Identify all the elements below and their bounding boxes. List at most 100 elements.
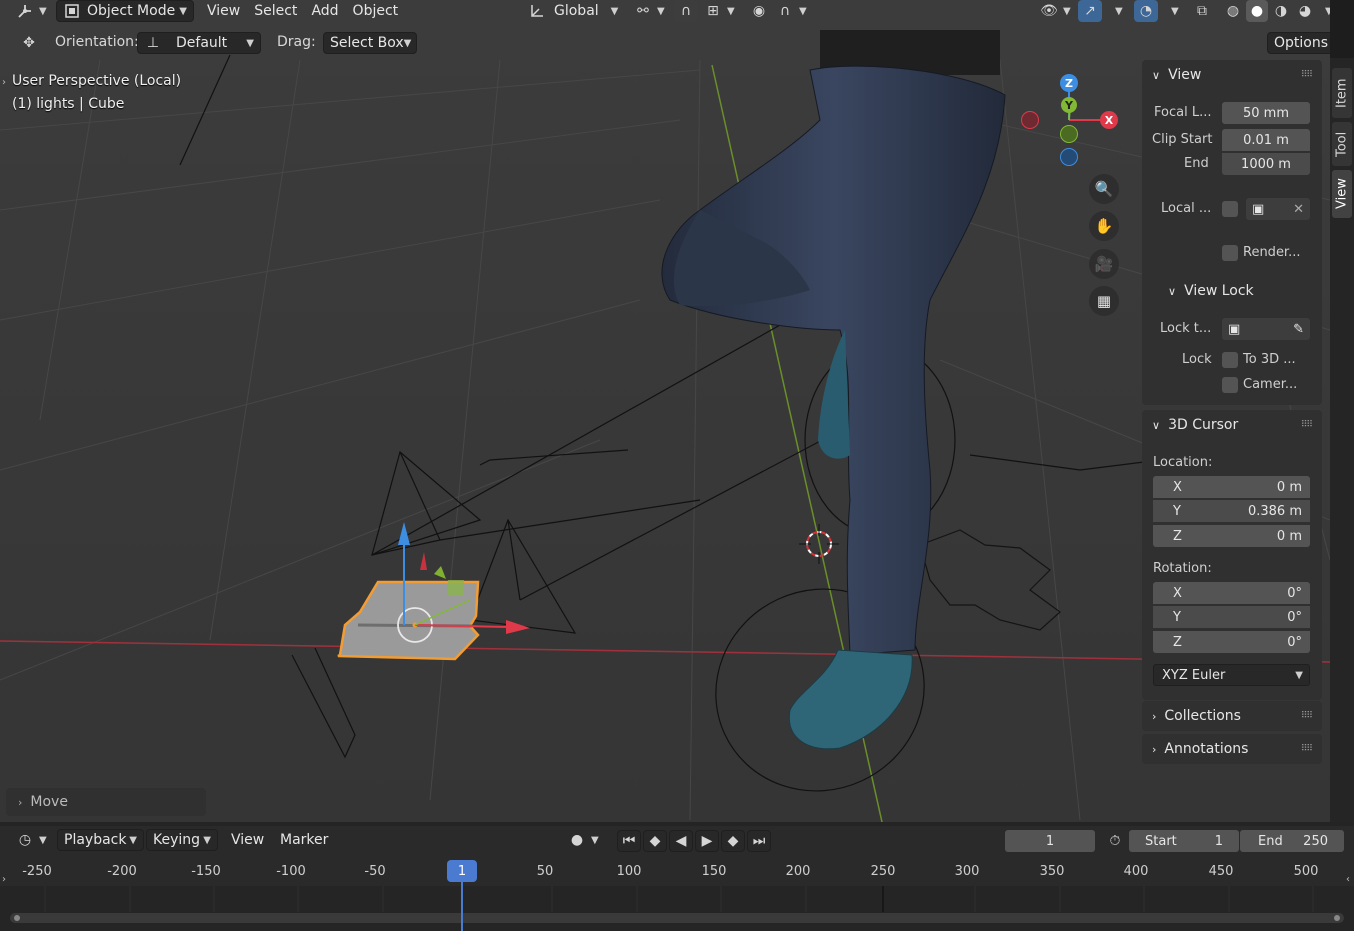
prev-keyframe-button[interactable]: ◆ [643, 830, 667, 852]
local-camera-field[interactable]: ▣ ✕ [1246, 198, 1310, 220]
timeline-editor-type[interactable]: ◷ ▼ [10, 829, 53, 851]
drag-label: Drag: [277, 34, 316, 50]
gizmo-dropdown[interactable]: ▼ [1104, 0, 1129, 22]
lock-to-object-field[interactable]: ▣ ✎ [1222, 318, 1310, 340]
render-region-checkbox[interactable] [1222, 245, 1238, 261]
keying-menu[interactable]: Keying ▼ [146, 829, 218, 851]
shading-material[interactable]: ◑ [1270, 0, 1292, 22]
clear-icon[interactable]: ✕ [1293, 202, 1304, 217]
auto-keying-toggle[interactable]: ● ▼ [562, 829, 605, 851]
gizmo-neg-z-axis[interactable] [1060, 148, 1078, 166]
timeline-marker-menu[interactable]: Marker [273, 829, 335, 851]
lock-camera-checkbox[interactable] [1222, 377, 1238, 393]
collections-title: Collections [1164, 708, 1241, 724]
gizmo-x-axis[interactable]: X [1100, 111, 1118, 129]
end-frame-field[interactable]: End 250 [1240, 830, 1344, 852]
gizmo-neg-y-axis[interactable] [1060, 125, 1078, 143]
mode-dropdown[interactable]: Object Mode ▼ [56, 0, 194, 22]
proportional-edit-icon: ◉ [752, 3, 766, 19]
start-frame-field[interactable]: Start 1 [1129, 830, 1239, 852]
drag-grip-icon[interactable]: ⠿⠿ [1301, 420, 1313, 430]
annotations-header[interactable]: › Annotations ⠿⠿ [1142, 734, 1322, 764]
annotations-panel[interactable]: › Annotations ⠿⠿ [1142, 734, 1322, 764]
pan-button[interactable]: ✋ [1089, 211, 1119, 241]
cursor-rotation-z[interactable]: Z 0° [1153, 631, 1310, 653]
cursor-rotation-y[interactable]: Y 0° [1153, 606, 1310, 628]
gizmo-y-axis[interactable]: Y [1061, 97, 1077, 113]
jump-start-button[interactable]: ⏮ [617, 830, 641, 852]
playback-menu[interactable]: Playback ▼ [57, 829, 144, 851]
scrollbar-handle-left[interactable] [14, 915, 20, 921]
shading-rendered[interactable]: ◕ [1294, 0, 1316, 22]
falloff-dropdown[interactable]: ∩ ▼ [770, 0, 813, 22]
cursor-rotation-x[interactable]: X 0° [1153, 582, 1310, 604]
local-camera-checkbox[interactable] [1222, 201, 1238, 217]
last-operator-panel[interactable]: › Move [6, 788, 206, 816]
camera-view-button[interactable]: 🎥 [1089, 249, 1119, 279]
view-lock-header[interactable]: ∨ View Lock [1158, 276, 1322, 306]
clip-end-field[interactable]: 1000 m [1222, 153, 1310, 175]
play-reverse-button[interactable]: ◀ [669, 830, 693, 852]
play-button[interactable]: ▶ [695, 830, 719, 852]
orientation-dropdown[interactable]: ⊥ Default ▼ [137, 32, 261, 54]
snap-toggle[interactable]: ∩ [674, 0, 698, 22]
gizmo-toggle[interactable]: ↗ [1078, 0, 1102, 22]
axis-z-label: Z [1173, 634, 1182, 650]
rotation-mode-dropdown[interactable]: XYZ Euler ▼ [1153, 664, 1310, 686]
chevron-down-icon: ▼ [179, 5, 187, 17]
options-dropdown[interactable]: Options ▼ [1267, 32, 1330, 54]
focal-length-field[interactable]: 50 mm [1222, 102, 1310, 124]
overlays-dropdown[interactable]: ▼ [1160, 0, 1185, 22]
jump-end-button[interactable]: ⏭ [747, 830, 771, 852]
zoom-button[interactable]: 🔍 [1089, 174, 1119, 204]
shading-wireframe[interactable]: ◍ [1222, 0, 1244, 22]
collections-panel[interactable]: › Collections ⠿⠿ [1142, 701, 1322, 731]
gizmo-z-axis[interactable]: Z [1060, 74, 1078, 92]
drag-grip-icon[interactable]: ⠿⠿ [1301, 70, 1313, 80]
visibility-dropdown[interactable]: 👁 ▼ [1034, 0, 1077, 22]
gizmo-neg-x-axis[interactable] [1021, 111, 1039, 129]
chevron-down-icon: ▼ [246, 37, 254, 49]
preview-range-toggle[interactable]: ⏱ [1103, 830, 1127, 852]
3d-viewport[interactable]: ▼ Object Mode ▼ View Select Add Object G… [0, 0, 1330, 822]
editor-type-dropdown[interactable]: ▼ [10, 0, 53, 22]
transform-orientation-dropdown[interactable]: Global ▼ [522, 0, 624, 22]
shading-dropdown[interactable]: ▼ [1318, 0, 1330, 22]
shading-solid[interactable]: ● [1246, 0, 1268, 22]
timeline-view-menu[interactable]: View [224, 829, 271, 851]
menu-select[interactable]: Select [247, 0, 304, 22]
prev-keyframe-icon: ◆ [649, 833, 661, 849]
3d-cursor-header[interactable]: ∨ 3D Cursor ⠿⠿ [1142, 410, 1322, 440]
next-keyframe-button[interactable]: ◆ [721, 830, 745, 852]
toolbar-expand-arrow[interactable]: › [2, 77, 6, 88]
scrollbar-handle-right[interactable] [1334, 915, 1340, 921]
xray-toggle[interactable]: ⧉ [1190, 0, 1214, 22]
tab-item[interactable]: Item [1332, 68, 1352, 118]
snap-target-dropdown[interactable]: ⊞ ▼ [698, 0, 741, 22]
lock-to-cursor-checkbox[interactable] [1222, 352, 1238, 368]
perspective-toggle-button[interactable]: ▦ [1089, 286, 1119, 316]
tab-tool[interactable]: Tool [1332, 122, 1352, 166]
menu-view[interactable]: View [200, 0, 247, 22]
viewport-scene[interactable] [0, 0, 1330, 822]
navigation-gizmo[interactable]: Z X Y [1010, 70, 1130, 170]
overlays-toggle[interactable]: ◔ [1134, 0, 1158, 22]
drag-grip-icon[interactable]: ⠿⠿ [1301, 744, 1313, 754]
view-panel-header[interactable]: ∨ View ⠿⠿ [1142, 60, 1322, 90]
menu-add[interactable]: Add [304, 0, 345, 22]
cursor-location-y[interactable]: Y 0.386 m [1153, 500, 1310, 522]
drag-dropdown[interactable]: Select Box ▼ [323, 32, 417, 54]
timeline-body[interactable] [0, 886, 1354, 931]
tab-view[interactable]: View [1332, 170, 1352, 218]
playhead[interactable]: 1 [447, 860, 477, 882]
timeline-scrollbar[interactable] [10, 913, 1344, 923]
current-frame-field[interactable]: 1 [1005, 830, 1095, 852]
cursor-location-z[interactable]: Z 0 m [1153, 525, 1310, 547]
eyedropper-icon[interactable]: ✎ [1293, 322, 1304, 337]
clip-start-field[interactable]: 0.01 m [1222, 129, 1310, 151]
menu-object[interactable]: Object [346, 0, 406, 22]
cursor-location-x[interactable]: X 0 m [1153, 476, 1310, 498]
collections-header[interactable]: › Collections ⠿⠿ [1142, 701, 1322, 731]
pivot-point-dropdown[interactable]: ⚯ ▼ [628, 0, 671, 22]
drag-grip-icon[interactable]: ⠿⠿ [1301, 711, 1313, 721]
